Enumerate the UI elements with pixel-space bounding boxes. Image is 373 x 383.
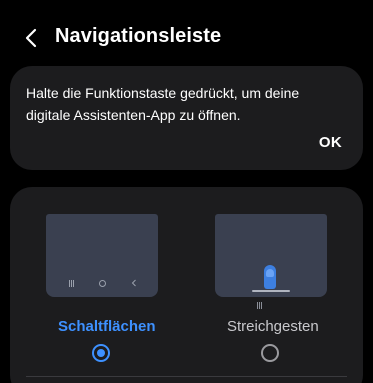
buttons-preview[interactable] — [46, 214, 158, 297]
buttons-radio[interactable] — [92, 344, 110, 362]
gesture-hint-icon — [257, 302, 263, 309]
gestures-preview[interactable] — [215, 214, 327, 297]
navigation-bar-settings-page: Navigationsleiste Halte die Funktionstas… — [0, 0, 373, 383]
gesture-handle-bar — [252, 290, 290, 292]
buttons-option-label[interactable]: Schaltflächen — [58, 318, 156, 335]
back-button[interactable] — [16, 23, 46, 53]
navigation-options-card — [10, 187, 363, 383]
finger-swipe-icon — [264, 265, 276, 289]
app-header: Navigationsleiste — [0, 0, 373, 74]
nav-back-icon — [131, 279, 136, 287]
nav-buttons-row — [46, 279, 158, 289]
divider — [26, 376, 347, 377]
finger-nail — [266, 269, 274, 277]
page-title: Navigationsleiste — [55, 25, 222, 47]
radio-selected-dot — [97, 349, 105, 357]
gestures-radio[interactable] — [261, 344, 279, 362]
ok-button[interactable]: OK — [319, 134, 342, 151]
gestures-option-label[interactable]: Streichgesten — [227, 318, 319, 335]
info-card: Halte die Funktionstaste gedrückt, um de… — [10, 66, 363, 170]
chevron-left-icon — [25, 28, 37, 48]
info-message: Halte die Funktionstaste gedrückt, um de… — [26, 85, 300, 123]
recents-icon — [69, 280, 75, 287]
home-icon — [99, 280, 106, 287]
